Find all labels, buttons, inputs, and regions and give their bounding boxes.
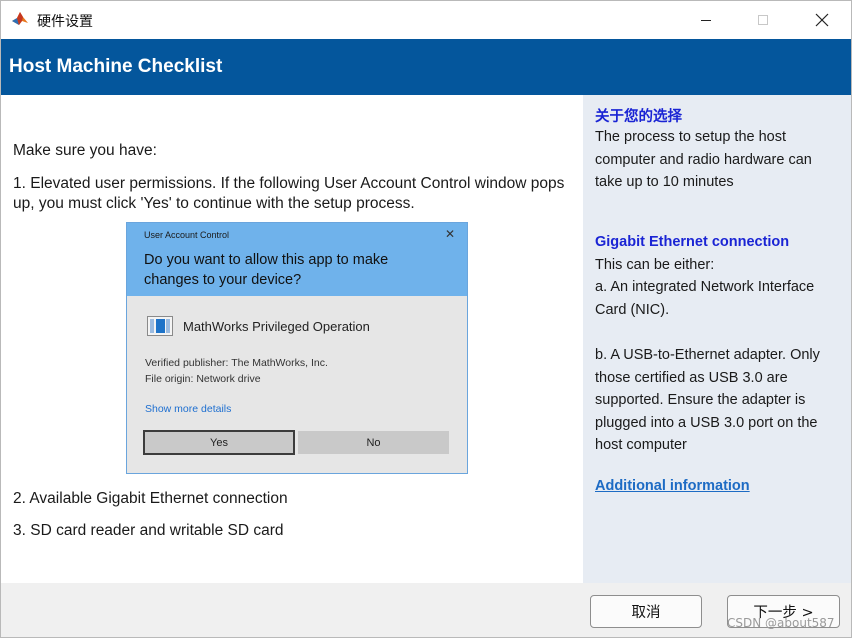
title-bar: 硬件设置	[1, 1, 851, 39]
checklist-item-permissions: 1. Elevated user permissions. If the fol…	[13, 175, 565, 212]
maximize-button[interactable]	[734, 1, 792, 39]
checklist-item-ethernet: 2. Available Gigabit Ethernet connection	[13, 490, 288, 507]
gigabit-line-either: This can be either:	[595, 257, 715, 273]
intro-text: Make sure you have:	[13, 142, 157, 159]
additional-information-link[interactable]: Additional information	[595, 478, 750, 494]
program-icon	[147, 316, 173, 336]
uac-publisher: Verified publisher: The MathWorks, Inc.	[145, 357, 328, 369]
uac-show-more-details: Show more details	[145, 403, 232, 415]
close-icon	[815, 13, 829, 27]
uac-no-button: No	[298, 431, 449, 454]
gigabit-line-nic: a. An integrated Network Interface Card …	[595, 279, 815, 318]
about-choice-heading: 关于您的选择	[595, 109, 682, 125]
uac-file-origin: File origin: Network drive	[145, 373, 261, 385]
window-title: 硬件设置	[37, 14, 93, 30]
page-title: Host Machine Checklist	[9, 56, 223, 77]
minimize-icon	[701, 20, 711, 21]
uac-dialog-image: User Account Control ✕ Do you want to al…	[126, 222, 468, 474]
uac-program-name: MathWorks Privileged Operation	[183, 319, 370, 334]
checklist-item-sd-card: 3. SD card reader and writable SD card	[13, 522, 284, 539]
uac-close-icon: ✕	[445, 227, 456, 241]
gigabit-heading: Gigabit Ethernet connection	[595, 234, 790, 250]
main-content: Make sure you have: 1. Elevated user per…	[1, 95, 583, 583]
minimize-button[interactable]	[677, 1, 735, 39]
about-choice-text: The process to setup the host computer a…	[595, 129, 812, 190]
maximize-icon	[758, 15, 768, 25]
gigabit-line-usb: b. A USB-to-Ethernet adapter. Only those…	[595, 347, 820, 453]
uac-yes-button: Yes	[143, 430, 295, 455]
close-button[interactable]	[793, 1, 851, 39]
watermark-text: CSDN @about587	[727, 616, 835, 630]
uac-header: User Account Control ✕ Do you want to al…	[127, 223, 467, 296]
uac-caption: User Account Control	[144, 230, 230, 240]
matlab-icon	[11, 10, 29, 28]
cancel-button[interactable]: 取消	[590, 595, 702, 628]
info-panel: 关于您的选择 The process to setup the host com…	[583, 95, 851, 583]
footer-bar: 取消 下一步 >	[1, 583, 851, 637]
uac-question: Do you want to allow this app to make ch…	[144, 252, 389, 288]
page-header: Host Machine Checklist	[1, 39, 851, 95]
setup-window: 硬件设置 Host Machine Checklist Make sure yo…	[0, 0, 852, 638]
